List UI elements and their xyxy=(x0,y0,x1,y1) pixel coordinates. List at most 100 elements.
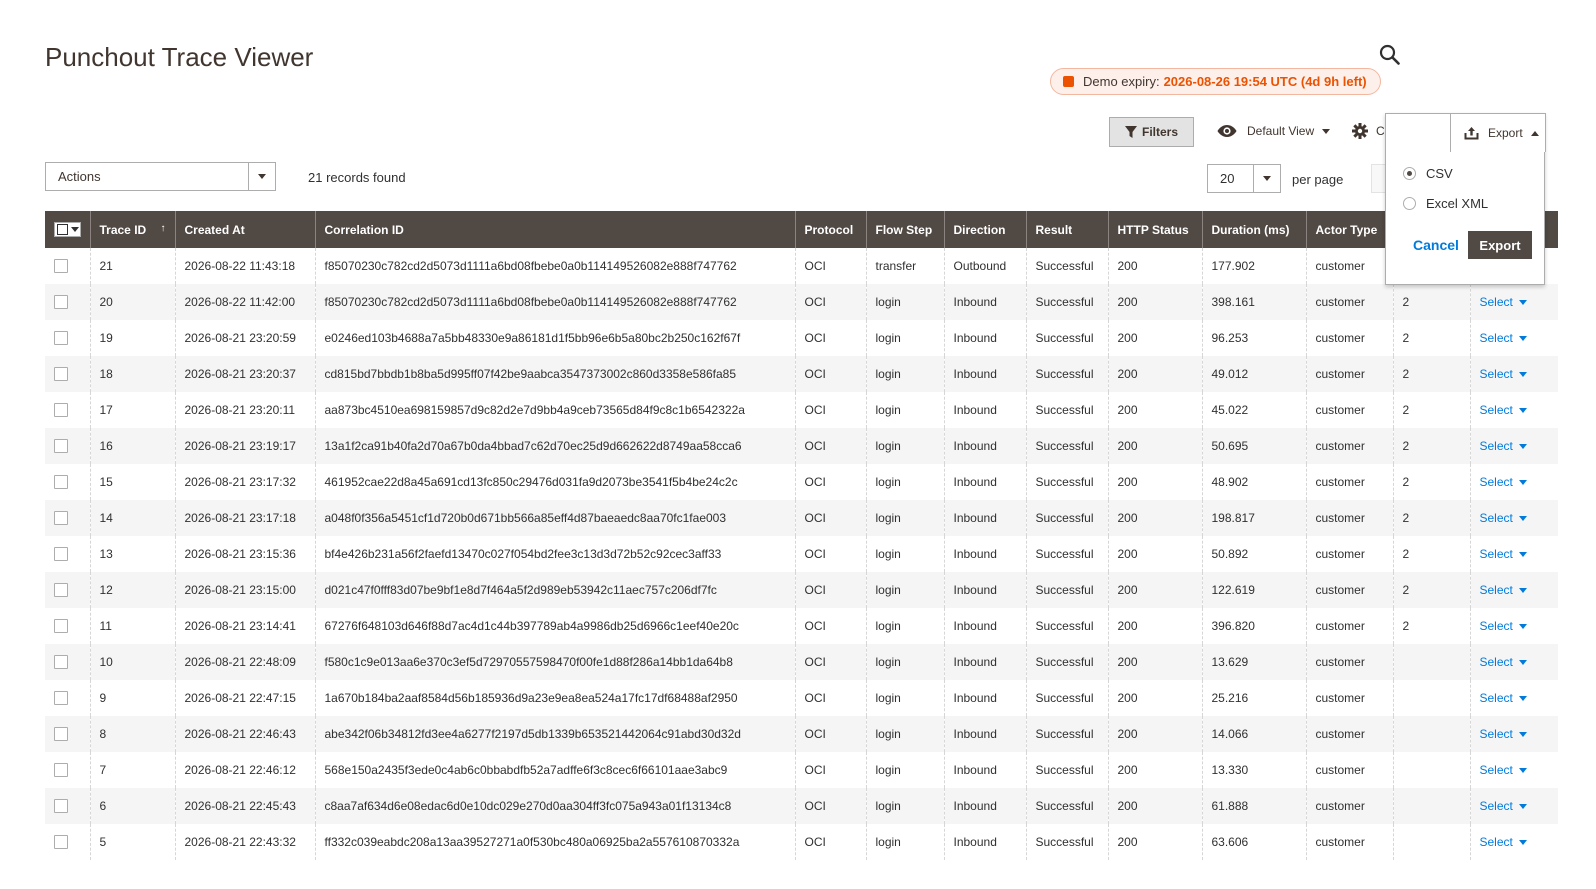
records-found: 21 records found xyxy=(308,170,406,185)
column-header-actor-type[interactable]: Actor Type xyxy=(1306,211,1394,248)
cell-extra xyxy=(1393,680,1471,716)
row-select-action[interactable]: Select xyxy=(1480,727,1527,741)
column-header-duration[interactable]: Duration (ms) xyxy=(1202,211,1307,248)
row-checkbox[interactable] xyxy=(54,619,68,634)
mass-select-header[interactable] xyxy=(45,211,91,248)
column-header-protocol[interactable]: Protocol xyxy=(795,211,867,248)
row-select-action[interactable]: Select xyxy=(1480,835,1527,849)
table-row[interactable]: 21 2026-08-22 11:43:18 f85070230c782cd2d50… xyxy=(45,248,1558,284)
cell-step: login xyxy=(866,284,945,320)
filters-button[interactable]: Filters xyxy=(1109,117,1194,147)
table-row[interactable]: 18 2026-08-21 23:20:37 cd815bd7bbdb1b8ba5d… xyxy=(45,356,1558,392)
row-select-action[interactable]: Select xyxy=(1480,511,1527,525)
column-header-correlation-id[interactable]: Correlation ID xyxy=(315,211,796,248)
cell-result: Successful xyxy=(1026,680,1109,716)
column-header-result[interactable]: Result xyxy=(1026,211,1109,248)
row-checkbox[interactable] xyxy=(54,799,68,814)
row-select-action[interactable]: Select xyxy=(1480,403,1527,417)
row-select-action[interactable]: Select xyxy=(1480,331,1527,345)
cell-created: 2026-08-21 22:43:32 xyxy=(175,824,316,860)
row-checkbox[interactable] xyxy=(54,763,68,778)
row-checkbox[interactable] xyxy=(54,259,68,274)
row-checkbox[interactable] xyxy=(54,403,68,418)
export-submit-button[interactable]: Export xyxy=(1468,231,1532,259)
cell-duration: 13.629 xyxy=(1202,644,1307,680)
excel-xml-radio[interactable] xyxy=(1403,197,1416,210)
row-checkbox[interactable] xyxy=(54,295,68,310)
row-checkbox[interactable] xyxy=(54,475,68,490)
row-select-action[interactable]: Select xyxy=(1480,439,1527,453)
export-option-excel-xml[interactable]: Excel XML xyxy=(1403,196,1488,211)
row-checkbox[interactable] xyxy=(54,367,68,382)
table-row[interactable]: 7 2026-08-21 22:46:12 568e150a2435f3ede0c4… xyxy=(45,752,1558,788)
row-checkbox[interactable] xyxy=(54,691,68,706)
row-select-action[interactable]: Select xyxy=(1480,295,1527,309)
export-option-csv[interactable]: CSV xyxy=(1403,166,1453,181)
row-checkbox-cell xyxy=(45,824,91,860)
row-select-action[interactable]: Select xyxy=(1480,367,1527,381)
table-row[interactable]: 16 2026-08-21 23:19:17 13a1f2ca91b40fa2d70… xyxy=(45,428,1558,464)
row-select-action[interactable]: Select xyxy=(1480,583,1527,597)
cell-actor: customer xyxy=(1306,320,1394,356)
table-row[interactable]: 12 2026-08-21 23:15:00 d021c47f0fff83d07be… xyxy=(45,572,1558,608)
table-row[interactable]: 11 2026-08-21 23:14:41 67276f648103d646f88… xyxy=(45,608,1558,644)
row-checkbox[interactable] xyxy=(54,727,68,742)
per-page-select[interactable]: 20 xyxy=(1207,164,1281,193)
table-row[interactable]: 19 2026-08-21 23:20:59 e0246ed103b4688a7a5… xyxy=(45,320,1558,356)
cell-id: 21 xyxy=(90,248,176,284)
table-row[interactable]: 14 2026-08-21 23:17:18 a048f0f356a5451cf1d… xyxy=(45,500,1558,536)
column-header-flow-step[interactable]: Flow Step xyxy=(866,211,945,248)
grid-body: 21 2026-08-22 11:43:18 f85070230c782cd2d50… xyxy=(45,248,1558,860)
cell-direction: Inbound xyxy=(944,716,1027,752)
cell-result: Successful xyxy=(1026,752,1109,788)
row-checkbox[interactable] xyxy=(54,835,68,850)
row-checkbox[interactable] xyxy=(54,511,68,526)
cell-id: 6 xyxy=(90,788,176,824)
demo-expiry-badge: Demo expiry: 2026-08-26 19:54 UTC (4d 9h… xyxy=(1050,68,1381,95)
table-row[interactable]: 13 2026-08-21 23:15:36 bf4e426b231a56f2fae… xyxy=(45,536,1558,572)
csv-radio[interactable] xyxy=(1403,167,1416,180)
default-view-button[interactable]: Default View xyxy=(1217,116,1331,146)
column-header-trace-id[interactable]: Trace ID ↑ xyxy=(90,211,176,248)
row-checkbox[interactable] xyxy=(54,547,68,562)
mass-select-checkbox[interactable] xyxy=(54,221,81,237)
cell-id: 17 xyxy=(90,392,176,428)
cell-created: 2026-08-21 23:14:41 xyxy=(175,608,316,644)
row-action-cell: Select xyxy=(1470,752,1558,788)
actions-select[interactable]: Actions xyxy=(45,162,276,191)
row-checkbox[interactable] xyxy=(54,331,68,346)
column-header-direction[interactable]: Direction xyxy=(944,211,1027,248)
row-select-action[interactable]: Select xyxy=(1480,475,1527,489)
search-icon[interactable] xyxy=(1379,44,1401,66)
row-action-cell: Select xyxy=(1470,392,1558,428)
table-row[interactable]: 20 2026-08-22 11:42:00 f85070230c782cd2d50… xyxy=(45,284,1558,320)
cell-result: Successful xyxy=(1026,608,1109,644)
row-select-action[interactable]: Select xyxy=(1480,619,1527,633)
column-header-created-at[interactable]: Created At xyxy=(175,211,316,248)
table-row[interactable]: 9 2026-08-21 22:47:15 1a670b184ba2aaf8584d… xyxy=(45,680,1558,716)
cell-created: 2026-08-21 23:17:18 xyxy=(175,500,316,536)
table-row[interactable]: 15 2026-08-21 23:17:32 461952cae22d8a45a69… xyxy=(45,464,1558,500)
pager-prev-button[interactable] xyxy=(1371,164,1385,193)
row-action-cell: Select xyxy=(1470,320,1558,356)
row-checkbox-cell xyxy=(45,464,91,500)
table-row[interactable]: 5 2026-08-21 22:43:32 ff332c039eabdc208a13… xyxy=(45,824,1558,860)
column-header-http-status[interactable]: HTTP Status xyxy=(1108,211,1203,248)
row-checkbox[interactable] xyxy=(54,655,68,670)
row-checkbox[interactable] xyxy=(54,583,68,598)
cell-result: Successful xyxy=(1026,788,1109,824)
row-select-action[interactable]: Select xyxy=(1480,763,1527,777)
row-checkbox[interactable] xyxy=(54,439,68,454)
table-row[interactable]: 8 2026-08-21 22:46:43 abe342f06b34812fd3ee… xyxy=(45,716,1558,752)
table-row[interactable]: 17 2026-08-21 23:20:11 aa873bc4510ea698159… xyxy=(45,392,1558,428)
row-select-action[interactable]: Select xyxy=(1480,691,1527,705)
row-select-action[interactable]: Select xyxy=(1480,655,1527,669)
export-button[interactable]: Export xyxy=(1450,113,1546,152)
table-row[interactable]: 6 2026-08-21 22:45:43 c8aa7af634d6e08edac6… xyxy=(45,788,1558,824)
cell-created: 2026-08-21 23:15:00 xyxy=(175,572,316,608)
row-select-action[interactable]: Select xyxy=(1480,799,1527,813)
table-row[interactable]: 10 2026-08-21 22:48:09 f580c1c9e013aa6e370… xyxy=(45,644,1558,680)
cell-extra: 2 xyxy=(1393,500,1471,536)
export-cancel-button[interactable]: Cancel xyxy=(1413,237,1459,253)
row-select-action[interactable]: Select xyxy=(1480,547,1527,561)
